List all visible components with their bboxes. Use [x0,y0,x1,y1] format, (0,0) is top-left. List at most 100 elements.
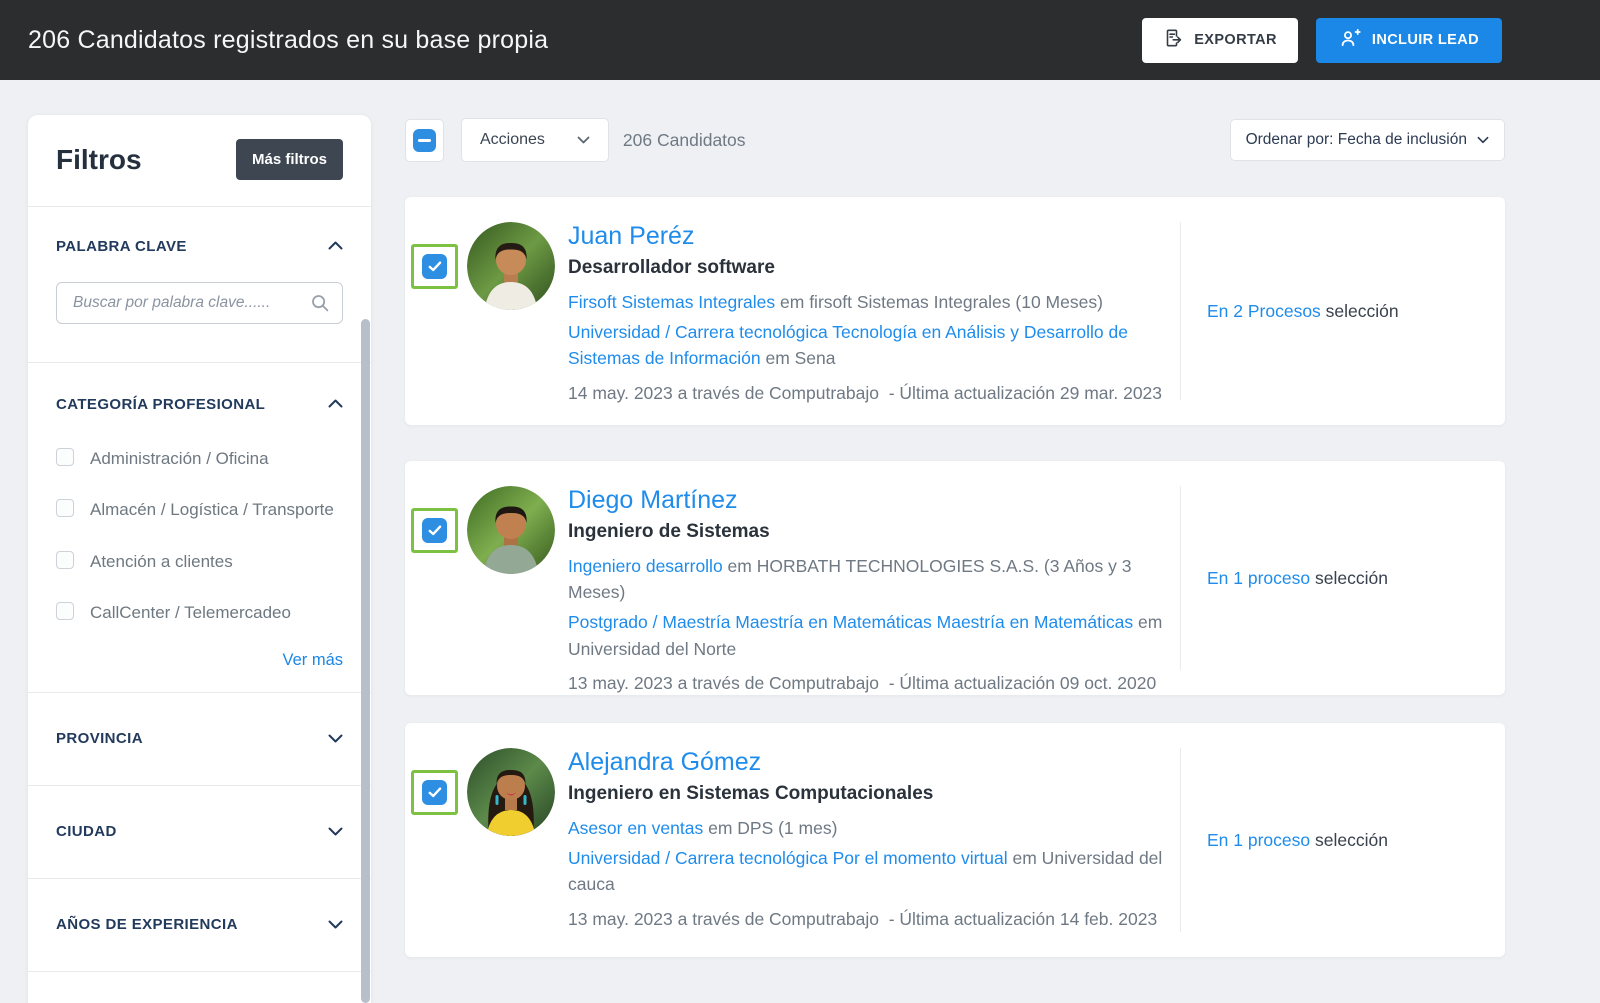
category-options: Administración / Oficina Almacén / Logís… [56,443,343,629]
keyword-section-label: PALABRA CLAVE [56,238,187,255]
candidate-info: Alejandra Gómez Ingeniero en Sistemas Co… [568,748,1180,932]
card-select-area [411,748,555,836]
sort-dropdown[interactable]: Ordenar por: Fecha de inclusión [1230,119,1505,161]
category-option-almacen[interactable]: Almacén / Logística / Transporte [56,494,343,525]
process-status: En 1 proceso selección [1180,486,1505,670]
candidate-card: Alejandra Gómez Ingeniero en Sistemas Co… [405,723,1505,957]
avatar-photo [467,748,555,836]
include-lead-button[interactable]: INCLUIR LEAD [1316,18,1502,63]
candidate-name-link[interactable]: Diego Martínez [568,486,738,515]
category-option-administracion[interactable]: Administración / Oficina [56,443,343,474]
experience-text: em firsoft Sistemas Integrales (10 Meses… [775,292,1103,312]
checkbox-unchecked [56,499,74,517]
category-option-atencion[interactable]: Atención a clientes [56,546,343,577]
see-more-link[interactable]: Ver más [56,649,343,670]
chevron-down-icon [328,730,343,748]
keyword-filter-section: PALABRA CLAVE [28,207,371,363]
category-option-label: Atención a clientes [90,546,233,577]
ciudad-section-header[interactable]: CIUDAD [28,786,371,879]
checkmark-icon [428,261,442,272]
candidate-checkbox-checked[interactable] [422,518,447,543]
candidate-checkbox-checked[interactable] [422,780,447,805]
experience-line: Ingeniero desarrollo em HORBATH TECHNOLO… [568,553,1180,606]
registration-date-line: 13 may. 2023 a través de Computrabajo - … [568,673,1180,694]
keyword-search-input[interactable] [56,282,343,324]
experience-link[interactable]: Firsoft Sistemas Integrales [568,292,775,312]
keyword-search [56,282,343,324]
education-line: Postgrado / Maestría Maestría en Matemát… [568,609,1180,662]
education-line: Universidad / Carrera tecnológica Tecnol… [568,319,1180,372]
candidate-name-link[interactable]: Alejandra Gómez [568,748,761,777]
process-status: En 2 Procesos selección [1180,222,1505,400]
list-toolbar: Acciones 206 Candidatos Ordenar por: Fec… [405,118,1505,162]
experience-line: Asesor en ventas em DPS (1 mes) [568,815,1180,841]
process-link[interactable]: En 1 proceso [1207,830,1310,850]
select-all-checkbox[interactable] [405,119,444,162]
experiencia-section-header[interactable]: AÑOS DE EXPERIENCIA [28,879,371,972]
candidate-name-link[interactable]: Juan Peréz [568,222,694,251]
education-link[interactable]: Universidad / Carrera tecnológica Por el… [568,848,1008,868]
candidate-card: Diego Martínez Ingeniero de Sistemas Ing… [405,461,1505,695]
top-header-bar: 206 Candidatos registrados en su base pr… [0,0,1600,80]
category-section-header[interactable]: CATEGORÍA PROFESIONAL [56,395,343,413]
provincia-section-header[interactable]: PROVINCIA [28,693,371,786]
candidate-checkbox-checked[interactable] [422,254,447,279]
candidate-avatar[interactable] [467,748,555,836]
more-filters-button[interactable]: Más filtros [236,139,343,180]
process-link[interactable]: En 1 proceso [1207,568,1310,588]
keyword-section-header[interactable]: PALABRA CLAVE [56,237,343,255]
experience-link[interactable]: Asesor en ventas [568,818,703,838]
category-option-label: Administración / Oficina [90,443,269,474]
chevron-down-icon [1477,131,1489,149]
export-button[interactable]: EXPORTAR [1142,18,1298,63]
category-section-label: CATEGORÍA PROFESIONAL [56,396,265,413]
actions-dropdown-label: Acciones [480,131,545,149]
person-plus-icon [1339,28,1361,52]
category-option-label: Almacén / Logística / Transporte [90,494,334,525]
include-lead-button-label: INCLUIR LEAD [1372,32,1479,48]
checkbox-unchecked [56,551,74,569]
card-select-area [411,486,555,574]
education-text: em Sena [761,348,836,368]
category-filter-section: CATEGORÍA PROFESIONAL Administración / O… [28,363,371,693]
annotation-highlight-box [411,244,458,289]
filters-title: Filtros [56,144,142,176]
page-title: 206 Candidatos registrados en su base pr… [28,26,548,55]
chevron-up-icon [328,395,343,413]
candidate-details: Asesor en ventas em DPS (1 mes) Universi… [568,815,1180,898]
sidebar-scrollbar-thumb[interactable] [361,319,370,1003]
candidate-card: Juan Peréz Desarrollador software Firsof… [405,197,1505,425]
avatar-photo [467,222,555,310]
candidate-job-title: Desarrollador software [568,257,1180,279]
chevron-up-icon [328,237,343,255]
process-text: selección [1321,301,1399,321]
chevron-down-icon [328,916,343,934]
export-icon [1163,28,1183,52]
candidate-info: Juan Peréz Desarrollador software Firsof… [568,222,1180,400]
candidate-avatar[interactable] [467,222,555,310]
checkmark-icon [428,787,442,798]
export-button-label: EXPORTAR [1194,32,1277,48]
category-option-callcenter[interactable]: CallCenter / Telemercadeo [56,597,343,628]
education-link[interactable]: Universidad / Carrera tecnológica Tecnol… [568,322,1128,368]
card-select-area [411,222,555,310]
ciudad-section-label: CIUDAD [56,823,117,840]
checkmark-icon [428,525,442,536]
chevron-down-icon [577,131,590,149]
candidate-avatar[interactable] [467,486,555,574]
filters-panel-header: Filtros Más filtros [28,115,371,207]
sort-dropdown-label: Ordenar por: Fecha de inclusión [1246,131,1467,149]
process-text: selección [1310,830,1388,850]
process-text: selección [1310,568,1388,588]
candidate-info: Diego Martínez Ingeniero de Sistemas Ing… [568,486,1180,670]
education-link[interactable]: Postgrado / Maestría Maestría en Matemát… [568,612,1133,632]
process-link[interactable]: En 2 Procesos [1207,301,1321,321]
actions-dropdown[interactable]: Acciones [461,118,609,162]
category-option-label: CallCenter / Telemercadeo [90,597,291,628]
candidate-count: 206 Candidatos [623,130,746,151]
registration-date-line: 14 may. 2023 a través de Computrabajo - … [568,383,1180,404]
checkbox-unchecked [56,448,74,466]
chevron-down-icon [328,823,343,841]
experience-link[interactable]: Ingeniero desarrollo [568,556,723,576]
candidate-details: Ingeniero desarrollo em HORBATH TECHNOLO… [568,553,1180,662]
